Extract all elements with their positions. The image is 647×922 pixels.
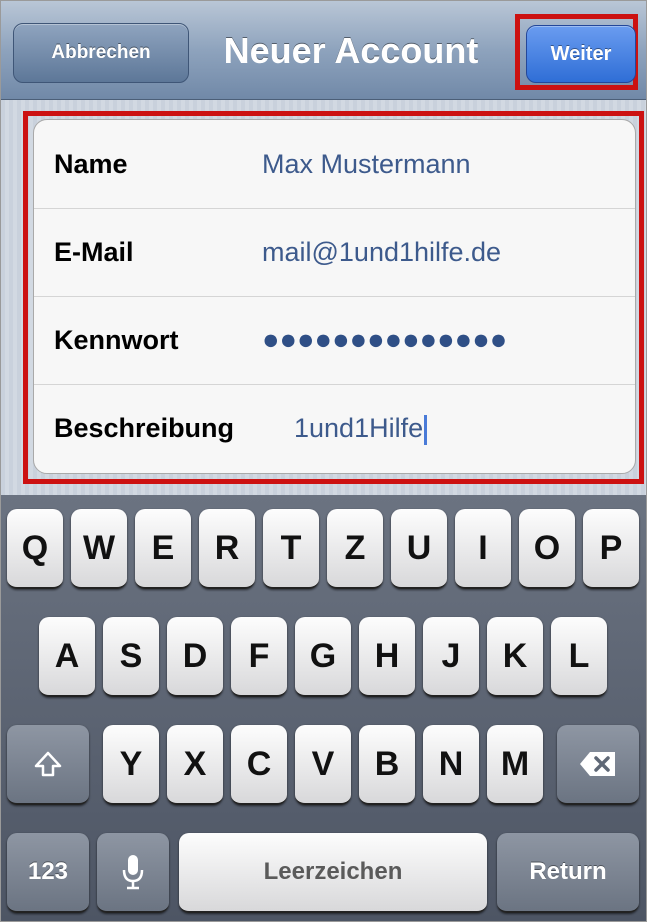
key-e[interactable]: E — [135, 509, 191, 589]
dictation-key[interactable] — [97, 833, 169, 913]
microphone-icon — [122, 855, 144, 890]
key-c[interactable]: C — [231, 725, 287, 805]
shift-key[interactable] — [7, 725, 89, 805]
key-n[interactable]: N — [423, 725, 479, 805]
key-q[interactable]: Q — [7, 509, 63, 589]
backspace-icon — [580, 752, 615, 776]
page-title: Neuer Account — [223, 30, 479, 71]
phone-screen: Abbrechen Neuer Account Weiter Name Max … — [0, 0, 647, 922]
form-highlight — [23, 111, 644, 484]
numbers-key[interactable]: 123 — [7, 833, 89, 913]
navigation-bar: Abbrechen Neuer Account Weiter — [1, 1, 646, 100]
key-f[interactable]: F — [231, 617, 287, 697]
key-y[interactable]: Y — [103, 725, 159, 805]
key-g[interactable]: G — [295, 617, 351, 697]
delete-key[interactable] — [557, 725, 639, 805]
key-i[interactable]: I — [455, 509, 511, 589]
keyboard: Q W E R T Z U I O P A S D F G H J K L Y … — [1, 495, 646, 921]
key-m[interactable]: M — [487, 725, 543, 805]
key-a[interactable]: A — [39, 617, 95, 697]
key-l[interactable]: L — [551, 617, 607, 697]
return-key[interactable]: Return — [497, 833, 639, 913]
key-w[interactable]: W — [71, 509, 127, 589]
key-t[interactable]: T — [263, 509, 319, 589]
key-z[interactable]: Z — [327, 509, 383, 589]
key-o[interactable]: O — [519, 509, 575, 589]
key-v[interactable]: V — [295, 725, 351, 805]
key-b[interactable]: B — [359, 725, 415, 805]
key-k[interactable]: K — [487, 617, 543, 697]
cancel-button[interactable]: Abbrechen — [13, 23, 189, 83]
key-h[interactable]: H — [359, 617, 415, 697]
next-button[interactable]: Weiter — [526, 25, 636, 83]
key-p[interactable]: P — [583, 509, 639, 589]
key-u[interactable]: U — [391, 509, 447, 589]
space-key[interactable]: Leerzeichen — [179, 833, 487, 913]
key-r[interactable]: R — [199, 509, 255, 589]
key-s[interactable]: S — [103, 617, 159, 697]
shift-arrow-icon — [34, 751, 62, 777]
key-j[interactable]: J — [423, 617, 479, 697]
key-d[interactable]: D — [167, 617, 223, 697]
key-x[interactable]: X — [167, 725, 223, 805]
